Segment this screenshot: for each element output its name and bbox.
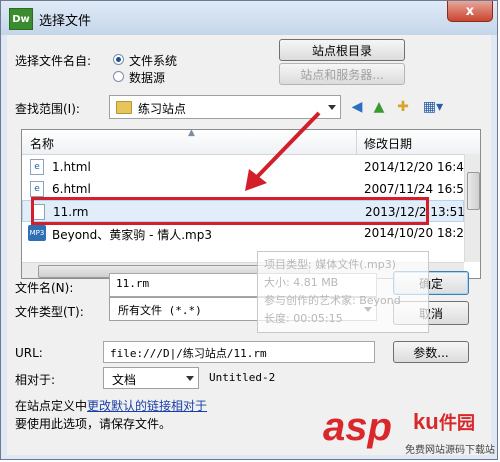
arrow-shaft [255, 111, 321, 179]
select-file-dialog: Dw 选择文件 x 选择文件名自: 文件系统 数据源 站点根目录 站点和服务器.… [0, 0, 498, 460]
site-watermark: asp ku 件园 免费网站源码下载站 [323, 405, 499, 461]
watermark-subtitle: 免费网站源码下载站 [405, 445, 495, 456]
watermark-brand: asp [323, 405, 392, 449]
watermark-brand2: ku [413, 409, 439, 434]
annotation-arrow [245, 111, 321, 191]
watermark-suffix: 件园 [439, 413, 475, 433]
